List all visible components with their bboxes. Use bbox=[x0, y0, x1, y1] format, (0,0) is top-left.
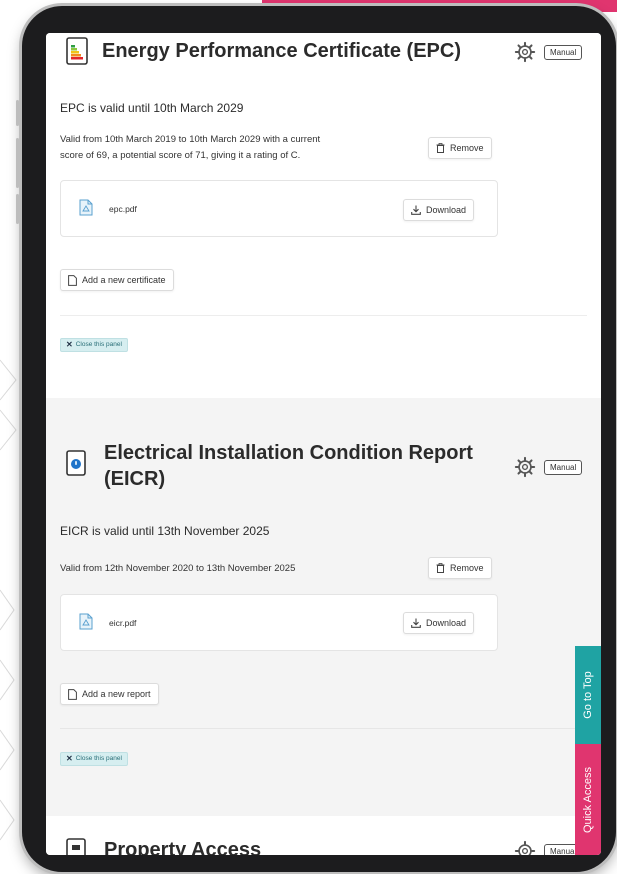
epc-panel: Energy Performance Certificate (EPC) Man… bbox=[46, 33, 601, 398]
epc-valid-until: EPC is valid until 10th March 2029 bbox=[60, 101, 244, 115]
epc-rating-icon bbox=[66, 37, 88, 65]
epc-file-card: epc.pdf Download bbox=[60, 180, 498, 237]
epc-close-panel-label: Close this panel bbox=[75, 341, 122, 348]
go-to-top-tab[interactable]: Go to Top bbox=[575, 646, 601, 744]
eicr-file-name[interactable]: eicr.pdf bbox=[109, 618, 136, 628]
eicr-close-panel-button[interactable]: ✕ Close this panel bbox=[60, 752, 128, 766]
section-divider bbox=[60, 728, 587, 729]
pdf-file-icon[interactable] bbox=[79, 613, 93, 630]
add-new-report-button[interactable]: Add a new report bbox=[60, 683, 159, 705]
epc-validity-detail-line1: Valid from 10th March 2019 to 10th March… bbox=[60, 134, 321, 145]
document-icon bbox=[68, 688, 77, 700]
gear-icon[interactable] bbox=[514, 41, 536, 63]
eicr-panel: Electrical Installation Condition Report… bbox=[46, 398, 601, 816]
property-access-title: Property Access bbox=[104, 839, 262, 855]
eicr-icon bbox=[66, 450, 86, 476]
epc-remove-label: Remove bbox=[450, 143, 484, 153]
close-icon: ✕ bbox=[66, 754, 73, 763]
add-new-certificate-button[interactable]: Add a new certificate bbox=[60, 269, 174, 291]
tablet-side-button bbox=[16, 194, 19, 224]
go-to-top-label: Go to Top bbox=[582, 671, 594, 719]
eicr-file-card: eicr.pdf Download bbox=[60, 594, 498, 651]
epc-remove-button[interactable]: Remove bbox=[428, 137, 492, 159]
download-icon bbox=[411, 618, 421, 628]
quick-access-tab[interactable]: Quick Access bbox=[575, 744, 601, 855]
gear-icon[interactable] bbox=[514, 456, 536, 478]
trash-icon bbox=[436, 563, 445, 573]
eicr-valid-until: EICR is valid until 13th November 2025 bbox=[60, 524, 270, 538]
download-icon bbox=[411, 205, 421, 215]
epc-download-button[interactable]: Download bbox=[403, 199, 475, 221]
eicr-remove-button[interactable]: Remove bbox=[428, 557, 492, 579]
pdf-file-icon[interactable] bbox=[79, 199, 93, 216]
app-stage: Energy Performance Certificate (EPC) Man… bbox=[0, 0, 617, 874]
eicr-remove-label: Remove bbox=[450, 563, 484, 573]
epc-manual-button[interactable]: Manual bbox=[544, 45, 583, 60]
close-icon: ✕ bbox=[66, 340, 73, 349]
epc-file-name[interactable]: epc.pdf bbox=[109, 204, 137, 214]
eicr-title-line1: Electrical Installation Condition Report bbox=[104, 442, 473, 464]
epc-header: Energy Performance Certificate (EPC) bbox=[66, 37, 461, 65]
property-access-icon bbox=[66, 838, 86, 855]
document-icon bbox=[68, 274, 77, 286]
eicr-title-line2: (EICR) bbox=[104, 468, 166, 490]
trash-icon bbox=[436, 143, 445, 153]
eicr-manual-button[interactable]: Manual bbox=[544, 460, 583, 475]
add-new-certificate-label: Add a new certificate bbox=[82, 275, 166, 285]
epc-close-panel-button[interactable]: ✕ Close this panel bbox=[60, 338, 128, 352]
add-new-report-label: Add a new report bbox=[82, 689, 151, 699]
epc-download-label: Download bbox=[426, 205, 467, 215]
app-screen: Energy Performance Certificate (EPC) Man… bbox=[46, 33, 601, 855]
gear-icon[interactable] bbox=[514, 840, 536, 855]
eicr-close-panel-label: Close this panel bbox=[75, 755, 122, 762]
eicr-download-button[interactable]: Download bbox=[403, 612, 475, 634]
property-access-panel: Property Access Manual bbox=[46, 816, 601, 855]
epc-title: Energy Performance Certificate (EPC) bbox=[102, 40, 462, 62]
section-divider bbox=[60, 315, 587, 316]
tablet-side-button bbox=[16, 138, 19, 188]
epc-validity-detail-line2: score of 69, a potential score of 71, gi… bbox=[60, 150, 301, 161]
eicr-validity-detail: Valid from 12th November 2020 to 13th No… bbox=[60, 563, 296, 574]
eicr-download-label: Download bbox=[426, 618, 467, 628]
tablet-side-button bbox=[16, 100, 19, 126]
quick-access-label: Quick Access bbox=[582, 766, 594, 833]
